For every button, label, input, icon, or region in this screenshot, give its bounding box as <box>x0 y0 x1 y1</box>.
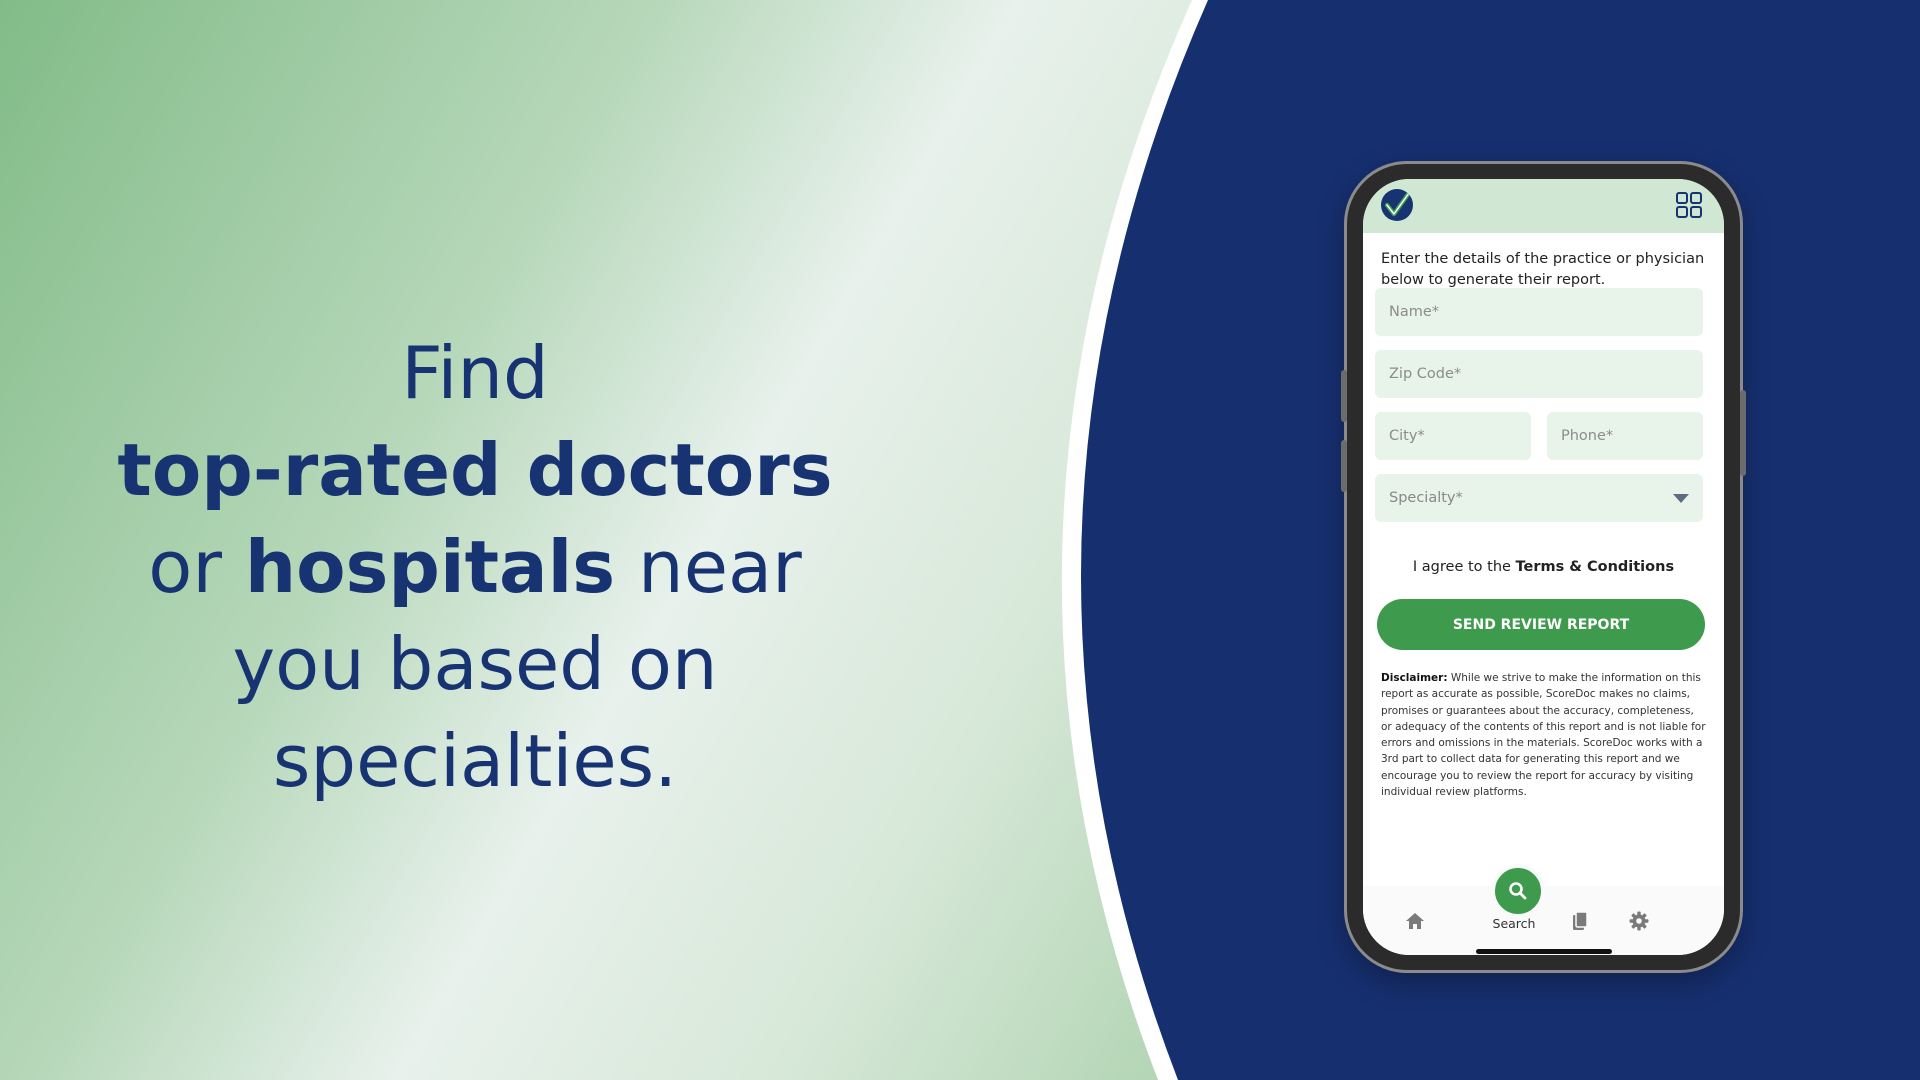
phone-side-button <box>1341 440 1347 492</box>
phone-input[interactable] <box>1547 412 1703 460</box>
headline-line-4: you based on <box>232 622 718 706</box>
headline-near: near <box>615 525 802 609</box>
headline: Find top-rated doctors or hospitals near… <box>100 325 850 810</box>
bottom-nav: Search <box>1363 864 1724 955</box>
home-icon[interactable] <box>1404 910 1426 932</box>
documents-icon[interactable] <box>1569 910 1591 932</box>
gear-icon[interactable] <box>1628 910 1650 932</box>
agree-text: I agree to the <box>1412 559 1516 575</box>
city-input[interactable] <box>1375 412 1531 460</box>
phone-power-button <box>1740 390 1746 476</box>
phone-mockup: Enter the details of the practice or phy… <box>1341 164 1746 970</box>
name-input[interactable] <box>1375 288 1703 336</box>
terms-agreement[interactable]: I agree to the Terms & Conditions <box>1363 559 1724 575</box>
specialty-select[interactable]: Specialty* <box>1375 474 1703 522</box>
disclaimer: Disclaimer: While we strive to make the … <box>1381 670 1706 800</box>
send-review-report-button[interactable]: SEND REVIEW REPORT <box>1377 599 1705 650</box>
headline-or: or <box>148 525 245 609</box>
headline-line-5: specialties. <box>272 719 678 803</box>
app-header <box>1363 179 1724 233</box>
grid-icon[interactable] <box>1675 191 1703 219</box>
headline-line-2: top-rated doctors <box>100 422 850 519</box>
headline-line-3: or hospitals near <box>100 519 850 616</box>
specialty-placeholder: Specialty* <box>1389 490 1463 506</box>
phone-screen: Enter the details of the practice or phy… <box>1363 179 1724 955</box>
zip-code-input[interactable] <box>1375 350 1703 398</box>
checkmark-logo-icon[interactable] <box>1381 189 1413 221</box>
search-label[interactable]: Search <box>1468 916 1560 931</box>
home-indicator <box>1476 949 1612 954</box>
headline-bold-doctors: top-rated doctors <box>117 428 833 512</box>
search-icon <box>1509 882 1527 900</box>
headline-bold-hospitals: hospitals <box>244 525 616 609</box>
disclaimer-label: Disclaimer: <box>1381 672 1448 684</box>
search-button[interactable] <box>1491 864 1545 918</box>
terms-link[interactable]: Terms & Conditions <box>1516 559 1675 575</box>
disclaimer-text: While we strive to make the information … <box>1381 672 1706 799</box>
phone-side-button <box>1341 370 1347 422</box>
chevron-down-icon <box>1673 494 1689 503</box>
intro-text: Enter the details of the practice or phy… <box>1381 251 1705 288</box>
headline-line-1: Find <box>401 331 549 415</box>
